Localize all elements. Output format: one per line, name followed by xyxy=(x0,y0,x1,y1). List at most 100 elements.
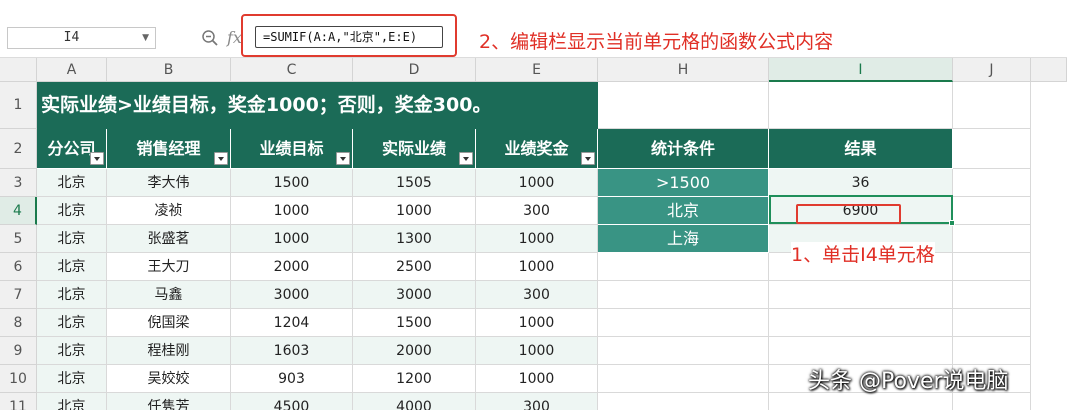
table-cell[interactable]: 2000 xyxy=(353,337,476,365)
grid-cell[interactable] xyxy=(953,129,1031,169)
row-header[interactable]: 11 xyxy=(0,393,37,410)
grid-cell[interactable] xyxy=(769,337,953,365)
grid-cell[interactable] xyxy=(953,253,1031,281)
grid-cell[interactable] xyxy=(598,337,769,365)
table-cell[interactable]: 300 xyxy=(476,281,598,309)
grid-cell[interactable] xyxy=(953,281,1031,309)
table-cell[interactable]: 1603 xyxy=(231,337,353,365)
filter-dropdown-icon[interactable] xyxy=(90,152,104,165)
grid-cell[interactable] xyxy=(769,82,953,129)
grid-cell[interactable] xyxy=(598,82,769,129)
table-cell[interactable]: 张盛茗 xyxy=(107,225,231,253)
table-cell[interactable]: 北京 xyxy=(37,225,107,253)
column-header-i[interactable]: I xyxy=(769,58,953,82)
column-header-a[interactable]: A xyxy=(37,58,107,82)
row-header[interactable]: 6 xyxy=(0,253,37,281)
table-cell[interactable]: 北京 xyxy=(37,309,107,337)
grid-cell[interactable] xyxy=(598,281,769,309)
table-cell[interactable]: 北京 xyxy=(37,169,107,197)
column-header-d[interactable]: D xyxy=(353,58,476,82)
table-cell[interactable]: 903 xyxy=(231,365,353,393)
table-cell[interactable]: 1200 xyxy=(353,365,476,393)
summary-header-condition[interactable]: 统计条件 xyxy=(598,129,769,169)
row-header[interactable]: 7 xyxy=(0,281,37,309)
column-header-e[interactable]: E xyxy=(476,58,598,82)
table-cell[interactable]: 1000 xyxy=(231,225,353,253)
filter-dropdown-icon[interactable] xyxy=(581,152,595,165)
column-header-c[interactable]: C xyxy=(231,58,353,82)
name-box[interactable]: I4 ▼ xyxy=(7,27,156,49)
row-header[interactable]: 1 xyxy=(0,82,37,129)
table-cell[interactable]: 凌祯 xyxy=(107,197,231,225)
summary-header-result[interactable]: 结果 xyxy=(769,129,953,169)
table-cell[interactable]: 2000 xyxy=(231,253,353,281)
function-icon[interactable]: fx xyxy=(227,27,242,49)
table-cell[interactable]: 1300 xyxy=(353,225,476,253)
grid-cell[interactable] xyxy=(598,365,769,393)
table-header-cell[interactable]: 分公司 xyxy=(37,129,107,169)
grid-cell[interactable] xyxy=(598,253,769,281)
grid-cell[interactable] xyxy=(598,393,769,410)
table-cell[interactable]: 1500 xyxy=(231,169,353,197)
table-cell[interactable]: 4500 xyxy=(231,393,353,410)
table-cell[interactable]: 王大刀 xyxy=(107,253,231,281)
table-cell[interactable]: 1000 xyxy=(476,225,598,253)
table-cell[interactable]: 1000 xyxy=(231,197,353,225)
table-cell[interactable]: 北京 xyxy=(37,253,107,281)
grid-cell[interactable] xyxy=(953,82,1031,129)
chevron-down-icon[interactable]: ▼ xyxy=(142,33,149,43)
column-header-j[interactable]: J xyxy=(953,58,1031,82)
grid-cell[interactable] xyxy=(953,197,1031,225)
table-cell[interactable]: 吴姣姣 xyxy=(107,365,231,393)
grid-cell[interactable] xyxy=(769,281,953,309)
title-cell[interactable]: 实际业绩>业绩目标，奖金1000；否则，奖金300。 xyxy=(37,82,598,129)
table-cell[interactable]: 2500 xyxy=(353,253,476,281)
summary-result-cell[interactable]: 36 xyxy=(769,169,953,197)
table-cell[interactable]: 1500 xyxy=(353,309,476,337)
summary-condition-cell[interactable]: 上海 xyxy=(598,225,769,253)
grid-cell[interactable] xyxy=(769,309,953,337)
table-header-cell[interactable]: 业绩奖金 xyxy=(476,129,598,169)
row-header[interactable]: 9 xyxy=(0,337,37,365)
table-cell[interactable]: 1505 xyxy=(353,169,476,197)
table-cell[interactable]: 北京 xyxy=(37,197,107,225)
grid-cell[interactable] xyxy=(953,225,1031,253)
table-cell[interactable]: 北京 xyxy=(37,393,107,410)
summary-result-cell[interactable]: 6900 xyxy=(769,197,953,225)
zoom-icon[interactable] xyxy=(201,29,219,47)
table-cell[interactable]: 300 xyxy=(476,197,598,225)
formula-input[interactable]: =SUMIF(A:A,"北京",E:E) xyxy=(255,26,443,48)
table-cell[interactable]: 1000 xyxy=(476,253,598,281)
table-cell[interactable]: 北京 xyxy=(37,281,107,309)
table-cell[interactable]: 任隽芳 xyxy=(107,393,231,410)
column-header-b[interactable]: B xyxy=(107,58,231,82)
table-cell[interactable]: 1000 xyxy=(476,309,598,337)
filter-dropdown-icon[interactable] xyxy=(336,152,350,165)
table-cell[interactable]: 1000 xyxy=(476,365,598,393)
row-header[interactable]: 4 xyxy=(0,197,37,225)
summary-condition-cell[interactable]: 北京 xyxy=(598,197,769,225)
select-all-corner[interactable] xyxy=(0,58,37,82)
table-cell[interactable]: 4000 xyxy=(353,393,476,410)
grid-cell[interactable] xyxy=(953,309,1031,337)
table-header-cell[interactable]: 业绩目标 xyxy=(231,129,353,169)
table-header-cell[interactable]: 销售经理 xyxy=(107,129,231,169)
table-cell[interactable]: 北京 xyxy=(37,337,107,365)
row-header[interactable]: 5 xyxy=(0,225,37,253)
table-cell[interactable]: 3000 xyxy=(231,281,353,309)
table-cell[interactable]: 1000 xyxy=(476,337,598,365)
row-header[interactable]: 2 xyxy=(0,129,37,169)
table-cell[interactable]: 1000 xyxy=(476,169,598,197)
summary-condition-cell[interactable]: >1500 xyxy=(598,169,769,197)
filter-dropdown-icon[interactable] xyxy=(459,152,473,165)
grid-cell[interactable] xyxy=(953,169,1031,197)
table-cell[interactable]: 李大伟 xyxy=(107,169,231,197)
column-header-k[interactable] xyxy=(1031,58,1067,82)
table-cell[interactable]: 1000 xyxy=(353,197,476,225)
table-cell[interactable]: 北京 xyxy=(37,365,107,393)
filter-dropdown-icon[interactable] xyxy=(214,152,228,165)
table-cell[interactable]: 1204 xyxy=(231,309,353,337)
row-header[interactable]: 10 xyxy=(0,365,37,393)
row-header[interactable]: 8 xyxy=(0,309,37,337)
column-header-h[interactable]: H xyxy=(598,58,769,82)
